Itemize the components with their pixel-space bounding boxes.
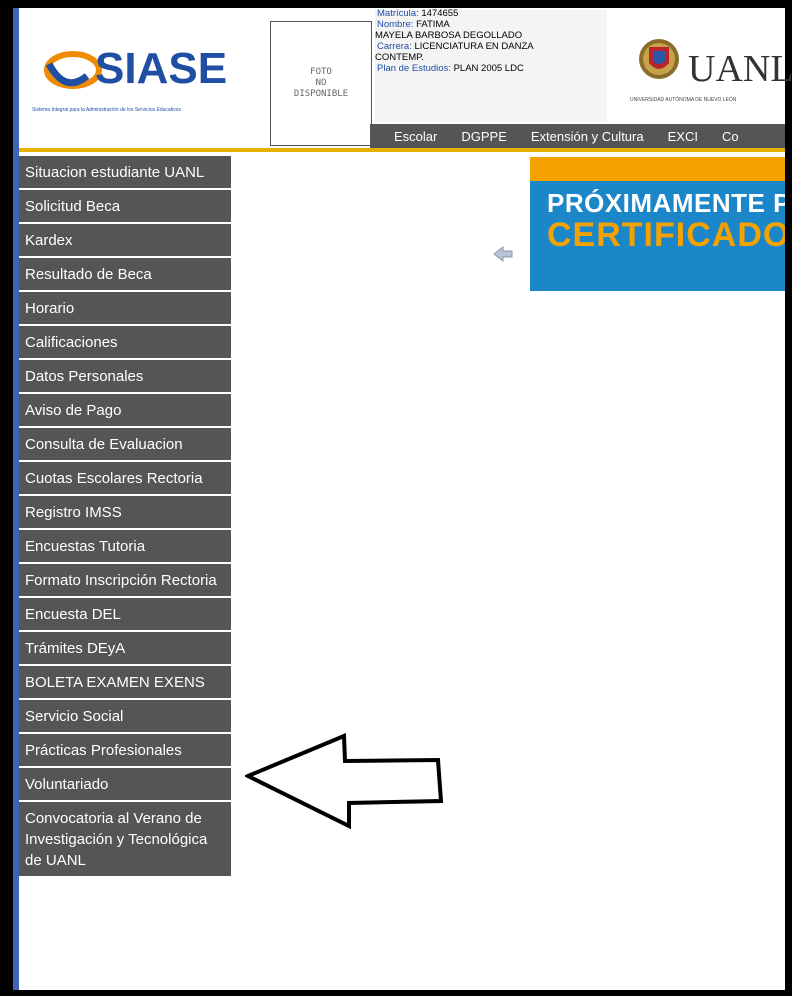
header-divider	[19, 148, 785, 152]
sidebar-item-horario[interactable]: Horario	[19, 292, 231, 326]
sidebar-item-convocatoria-verano[interactable]: Convocatoria al Verano de Investigación …	[19, 802, 231, 878]
sidebar-item-calificaciones[interactable]: Calificaciones	[19, 326, 231, 360]
annotation-arrow-icon	[245, 733, 444, 830]
sidebar-item-servicio-social[interactable]: Servicio Social	[19, 700, 231, 734]
sidebar-item-cuotas-escolares[interactable]: Cuotas Escolares Rectoria	[19, 462, 231, 496]
sidebar-item-encuesta-del[interactable]: Encuesta DEL	[19, 598, 231, 632]
banner-title: PRÓXIMAMENTE PO	[547, 188, 785, 218]
banner-subtitle: CERTIFICADO	[547, 216, 785, 254]
banner-top-strip	[530, 157, 785, 181]
plan-value: PLAN 2005 LDC	[453, 63, 524, 74]
carrera-value-cont: CONTEMP.	[375, 52, 424, 63]
screenshot-frame-bottom	[0, 990, 792, 996]
sidebar-item-resultado-beca[interactable]: Resultado de Beca	[19, 258, 231, 292]
top-navigation: Escolar DGPPE Extensión y Cultura EXCI C…	[370, 124, 785, 148]
uanl-seal-icon	[639, 39, 679, 79]
uanl-logo-text: UANL	[688, 48, 792, 90]
screenshot-frame-right	[785, 0, 792, 996]
plan-row: Plan de Estudios: PLAN 2005 LDC	[375, 63, 607, 74]
topnav-item-escolar[interactable]: Escolar	[394, 129, 437, 144]
sidebar-item-tramites-deya[interactable]: Trámites DEyA	[19, 632, 231, 666]
matricula-label: Matrícula:	[377, 8, 419, 19]
matricula-row: Matrícula: 1474655	[375, 8, 607, 19]
photo-text-line: DISPONIBLE	[293, 89, 349, 99]
sidebar-item-voluntariado[interactable]: Voluntariado	[19, 768, 231, 802]
topnav-item-dgppe[interactable]: DGPPE	[461, 129, 507, 144]
carrera-row: Carrera: LICENCIATURA EN DANZA	[375, 41, 607, 52]
uanl-logo-subtitle: UNIVERSIDAD AUTÓNOMA DE NUEVO LEÓN	[630, 97, 737, 103]
sidebar-item-boleta-examen-exens[interactable]: BOLETA EXAMEN EXENS	[19, 666, 231, 700]
topnav-item-extension-cultura[interactable]: Extensión y Cultura	[531, 129, 644, 144]
screenshot-frame-left	[0, 0, 13, 996]
carrera-value: LICENCIATURA EN DANZA	[414, 41, 534, 52]
nombre-label: Nombre:	[377, 19, 414, 30]
photo-text-line: FOTO	[310, 67, 332, 77]
topnav-item-exci[interactable]: EXCI	[668, 129, 698, 144]
sidebar-item-kardex[interactable]: Kardex	[19, 224, 231, 258]
carrera-label: Carrera:	[377, 41, 412, 52]
student-info-panel: Matrícula: 1474655 Nombre: FATIMA MAYELA…	[375, 8, 607, 122]
photo-text-line: NO	[315, 78, 327, 88]
sidebar-item-consulta-evaluacion[interactable]: Consulta de Evaluacion	[19, 428, 231, 462]
plan-label: Plan de Estudios:	[377, 63, 451, 74]
nombre-row: Nombre: FATIMA	[375, 19, 607, 30]
sidebar-item-formato-inscripcion[interactable]: Formato Inscripción Rectoria	[19, 564, 231, 598]
sidebar-item-solicitud-beca[interactable]: Solicitud Beca	[19, 190, 231, 224]
sidebar-item-situacion-estudiante[interactable]: Situacion estudiante UANL	[19, 156, 231, 190]
nombre-value: FATIMA	[416, 19, 450, 30]
sidebar-item-practicas-profesionales[interactable]: Prácticas Profesionales	[19, 734, 231, 768]
topnav-item-co[interactable]: Co	[722, 129, 739, 144]
sidebar-menu: Situacion estudiante UANL Solicitud Beca…	[19, 156, 231, 878]
announcement-banner[interactable]: PRÓXIMAMENTE PO CERTIFICADO	[530, 157, 785, 291]
nombre-value-cont: MAYELA BARBOSA DEGOLLADO	[375, 30, 523, 41]
siase-logo-text: SIASE	[95, 44, 228, 93]
sidebar-item-aviso-pago[interactable]: Aviso de Pago	[19, 394, 231, 428]
sidebar-item-datos-personales[interactable]: Datos Personales	[19, 360, 231, 394]
siase-logo-subtitle: Sistema Integral para la Administración …	[32, 107, 181, 113]
sidebar-item-registro-imss[interactable]: Registro IMSS	[19, 496, 231, 530]
sidebar-item-encuestas-tutoria[interactable]: Encuestas Tutoria	[19, 530, 231, 564]
student-photo-placeholder: FOTO NO DISPONIBLE	[270, 21, 372, 146]
back-arrow-icon[interactable]	[492, 244, 516, 264]
matricula-value: 1474655	[421, 8, 459, 19]
screenshot-frame-top	[0, 0, 792, 8]
